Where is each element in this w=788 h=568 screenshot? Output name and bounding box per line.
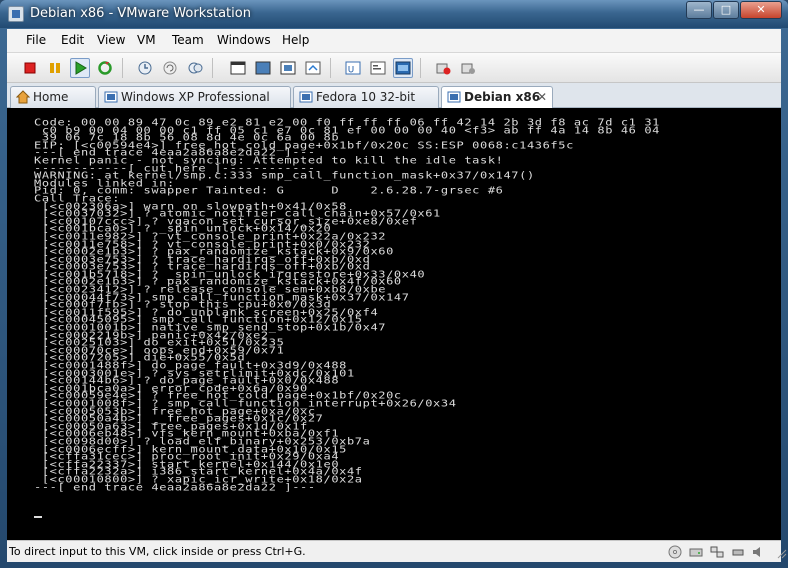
vm-icon [299,91,313,103]
toolbar-separator [122,58,123,78]
sound-icon[interactable] [751,544,767,560]
toolbar-separator [330,58,331,78]
fit-window-icon[interactable] [303,58,323,78]
vm-icon [104,91,118,103]
tab-home[interactable]: Home [10,86,96,108]
tab-fedora[interactable]: Fedora 10 32-bit [293,86,439,108]
console-line: Pid: 0, comm: swapper Tainted: G D 2.6.2… [34,185,504,197]
text-cursor [34,516,42,518]
full-screen-icon[interactable] [253,58,273,78]
home-icon [16,90,30,104]
menu-view[interactable]: View [97,33,125,47]
reset-icon[interactable] [95,58,115,78]
tab-windows-xp[interactable]: Windows XP Professional [98,86,291,108]
snapshot-icon[interactable] [135,58,155,78]
toolbar-separator [212,58,213,78]
hard-disk-icon[interactable] [688,544,704,560]
revert-snapshot-icon[interactable] [160,58,180,78]
tab-debian[interactable]: Debian x86 ✕ [441,86,553,109]
tab-label: Home [33,90,69,104]
summary-view-icon[interactable] [393,58,413,78]
title-bar[interactable]: Debian x86 - VMware Workstation — □ ✕ [0,0,788,28]
window-title: Debian x86 - VMware Workstation [30,6,251,21]
suspend-icon[interactable] [45,58,65,78]
vm-console-screen[interactable]: Code: 00 00 89 47 0c 89 e2 81 e2 00 f0 f… [7,108,781,540]
menu-help[interactable]: Help [282,33,309,47]
menu-windows[interactable]: Windows [217,33,271,47]
status-bar: To direct input to this VM, click inside… [7,540,787,562]
menu-bar: File Edit View VM Team Windows Help [7,29,781,53]
tab-label: Fedora 10 32-bit [316,90,416,104]
close-tab-icon[interactable]: ✕ [537,87,547,107]
cdrom-icon[interactable] [667,544,683,560]
usb-icon[interactable] [730,544,746,560]
quick-switch-icon[interactable] [278,58,298,78]
console-view-icon[interactable] [368,58,388,78]
console-output: Code: 00 00 89 47 0c 89 e2 81 e2 00 f0 f… [34,118,781,493]
minimize-button[interactable]: — [686,1,712,19]
normal-view-icon[interactable] [228,58,248,78]
menu-edit[interactable]: Edit [61,33,84,47]
vm-icon [447,91,461,103]
snapshot-manager-icon[interactable] [185,58,205,78]
status-message: To direct input to this VM, click inside… [9,545,306,558]
console-line: ---[ end trace 4eaa2a86a8e2da22 ]--- [34,481,316,493]
vm-tab-bar: Home Windows XP Professional Fedora 10 3… [7,83,781,109]
network-icon[interactable] [709,544,725,560]
toolbar-separator [420,58,421,78]
maximize-button[interactable]: □ [713,1,739,19]
menu-file[interactable]: File [26,33,46,47]
tab-label: Debian x86 [464,90,541,104]
menu-vm[interactable]: VM [137,33,156,47]
power-on-icon[interactable] [70,58,90,78]
tab-label: Windows XP Professional [121,90,270,104]
power-off-icon[interactable] [20,58,40,78]
close-button[interactable]: ✕ [740,1,782,19]
vmware-app-icon [8,6,24,22]
resize-grip-icon[interactable] [772,544,788,560]
vmware-window: Debian x86 - VMware Workstation — □ ✕ Fi… [0,0,788,568]
team-settings-icon[interactable] [458,58,478,78]
vm-settings-icon[interactable] [433,58,453,78]
toolbar [7,53,781,83]
menu-team[interactable]: Team [172,33,204,47]
unity-icon[interactable] [343,58,363,78]
